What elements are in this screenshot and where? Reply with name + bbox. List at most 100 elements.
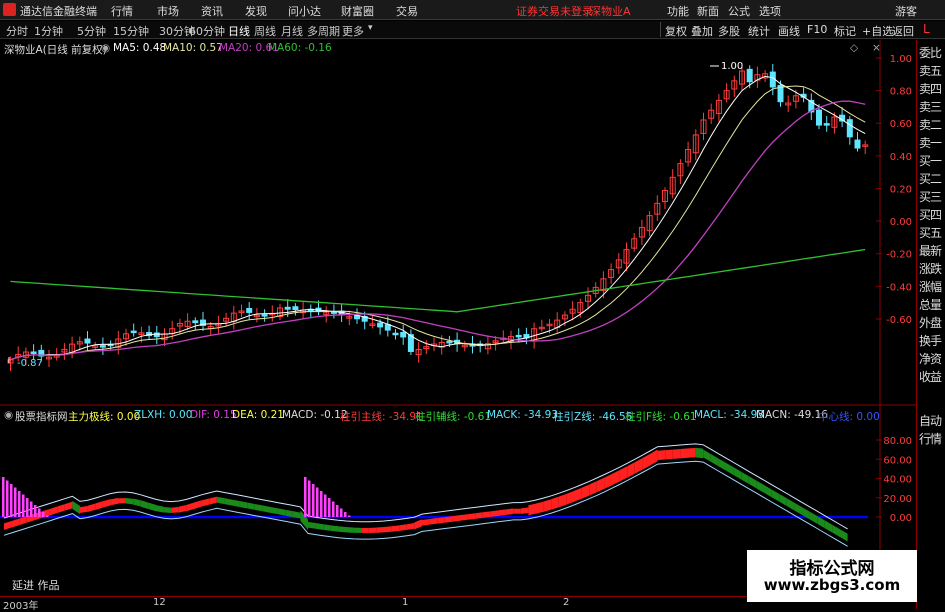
indicator-band-segment [186, 502, 194, 512]
ind-tick-label: 80.00 [883, 436, 912, 447]
indicator-band-segment [171, 506, 179, 513]
indicator-band-segment [201, 498, 210, 507]
site-watermark: 指标公式网 www.zbgs3.com [747, 550, 917, 602]
candle-body [854, 139, 861, 149]
btn-sell2[interactable]: 卖二 [919, 117, 945, 134]
indicator-band-segment [338, 526, 346, 533]
ind-main-line: 柱引主线: -34.91 [340, 411, 423, 423]
btn-volume[interactable]: 总量 [919, 297, 945, 314]
indicator-gear-icon[interactable]: ◉ [4, 409, 13, 421]
btn-auto[interactable]: 自动 [919, 413, 945, 430]
indicator-band-segment [11, 518, 20, 528]
axis-labels: 1.00 0.80 0.60 0.40 0.20 0.00 -0.20 -0.40 -0.60 8… [8, 54, 912, 524]
low-price-annotation: -0.87 [17, 358, 43, 369]
ind-center-line: 中心线: 0.00 [818, 411, 880, 423]
indicator-band-segment [95, 501, 103, 511]
indicator-band-segment [178, 505, 187, 513]
candle-body [153, 332, 160, 338]
quote-side-panel: L 委比 卖五 卖四 卖三 卖二 卖一 买一 买二 买三 买四 买五 最新 涨跌… [916, 22, 945, 609]
pole-bar [328, 498, 331, 517]
pole-bar [10, 484, 13, 517]
indicator-band-segment [779, 493, 787, 507]
btn-buy2[interactable]: 买二 [919, 171, 945, 188]
indicator-band-segment [163, 507, 172, 513]
indicator-band-segment [422, 519, 430, 526]
indicator-band-segment [72, 500, 80, 515]
candle-body [400, 332, 407, 338]
candle-body [261, 314, 268, 317]
price-tick-label: 0.00 [890, 217, 912, 228]
indicator-band-segment [148, 502, 156, 512]
btn-change-pct[interactable]: 涨幅 [919, 279, 945, 296]
candle-body [192, 320, 199, 324]
price-tick-label: -0.20 [886, 250, 912, 261]
btn-buy1[interactable]: 买一 [919, 153, 945, 170]
indicator-band-segment [467, 513, 476, 520]
ind-dif: DIF: 0.15 [190, 409, 237, 421]
candle-body [377, 322, 384, 328]
btn-earnings[interactable]: 收益 [919, 369, 945, 386]
indicator-band-segment [330, 525, 339, 532]
indicator-band-segment [710, 454, 719, 467]
btn-buy3[interactable]: 买三 [919, 189, 945, 206]
indicator-series [0, 443, 868, 547]
author-credit: 延进 作品 [12, 579, 60, 592]
ma5-line [10, 75, 866, 361]
candle-body [284, 306, 291, 310]
indicator-band-segment [703, 449, 711, 462]
indicator-band-segment [140, 500, 149, 510]
indicator-band-segment [414, 519, 422, 530]
indicator-band-segment [657, 450, 666, 461]
btn-quotes[interactable]: 行情 [919, 431, 945, 448]
btn-turnover[interactable]: 换手 [919, 333, 945, 350]
indicator-band-segment [4, 520, 12, 530]
settings-gear-icon[interactable]: ◉ [101, 42, 110, 54]
candle-body [446, 340, 453, 344]
panel-corner-label[interactable]: L [923, 22, 930, 36]
date-label-jan: 1 [402, 597, 409, 608]
btn-sell3[interactable]: 卖三 [919, 99, 945, 116]
pole-bar [46, 515, 49, 517]
indicator-band-segment [642, 453, 650, 470]
pole-bar [6, 480, 9, 517]
btn-net-assets[interactable]: 净资 [919, 351, 945, 368]
btn-latest[interactable]: 最新 [919, 243, 945, 260]
btn-outer-vol[interactable]: 外盘 [919, 315, 945, 332]
indicator-band-segment [604, 473, 612, 489]
candle-body [515, 334, 522, 338]
btn-buy4[interactable]: 买四 [919, 207, 945, 224]
collapse-icon[interactable]: ◇ [850, 42, 858, 54]
ma10-value: MA10: 0.57 [163, 42, 223, 54]
btn-change[interactable]: 涨跌 [919, 261, 945, 278]
price-tick-label: -0.60 [886, 315, 912, 326]
candle-body [292, 306, 299, 311]
ind-macd: MACD: -0.12 [282, 409, 348, 421]
date-label-year: 2003年 [3, 601, 39, 612]
pole-bar [340, 508, 343, 517]
indicator-band-segment [771, 489, 780, 502]
indicator-band-segment [216, 496, 225, 505]
kline-chart[interactable]: 1.00 0.80 0.60 0.40 0.20 0.00 -0.20 -0.40 -0.60 8… [0, 0, 945, 609]
indicator-band-segment [194, 500, 202, 509]
indicator-band-segment [277, 508, 286, 516]
candle-body [30, 351, 37, 354]
btn-sell5[interactable]: 卖五 [919, 63, 945, 80]
btn-buy5[interactable]: 买五 [919, 225, 945, 242]
indicator-band-segment [444, 516, 453, 523]
close-panel-icon[interactable]: × [872, 42, 881, 54]
price-tick-label: -0.40 [886, 282, 912, 293]
indicator-band-segment [726, 462, 734, 476]
btn-sell1[interactable]: 卖一 [919, 135, 945, 152]
btn-weibi[interactable]: 委比 [919, 45, 945, 62]
indicator-band-segment [353, 527, 362, 534]
pole-bar [38, 508, 41, 517]
date-label-dec: 12 [153, 597, 166, 608]
price-tick-label: 0.80 [890, 87, 912, 98]
indicator-band-segment [361, 527, 369, 533]
indicator-band-segment [832, 524, 840, 538]
btn-sell4[interactable]: 卖四 [919, 81, 945, 98]
indicator-band-segment [384, 526, 392, 533]
indicator-band-segment [528, 503, 536, 516]
pole-bar [332, 501, 335, 517]
indicator-band-segment [156, 505, 164, 513]
